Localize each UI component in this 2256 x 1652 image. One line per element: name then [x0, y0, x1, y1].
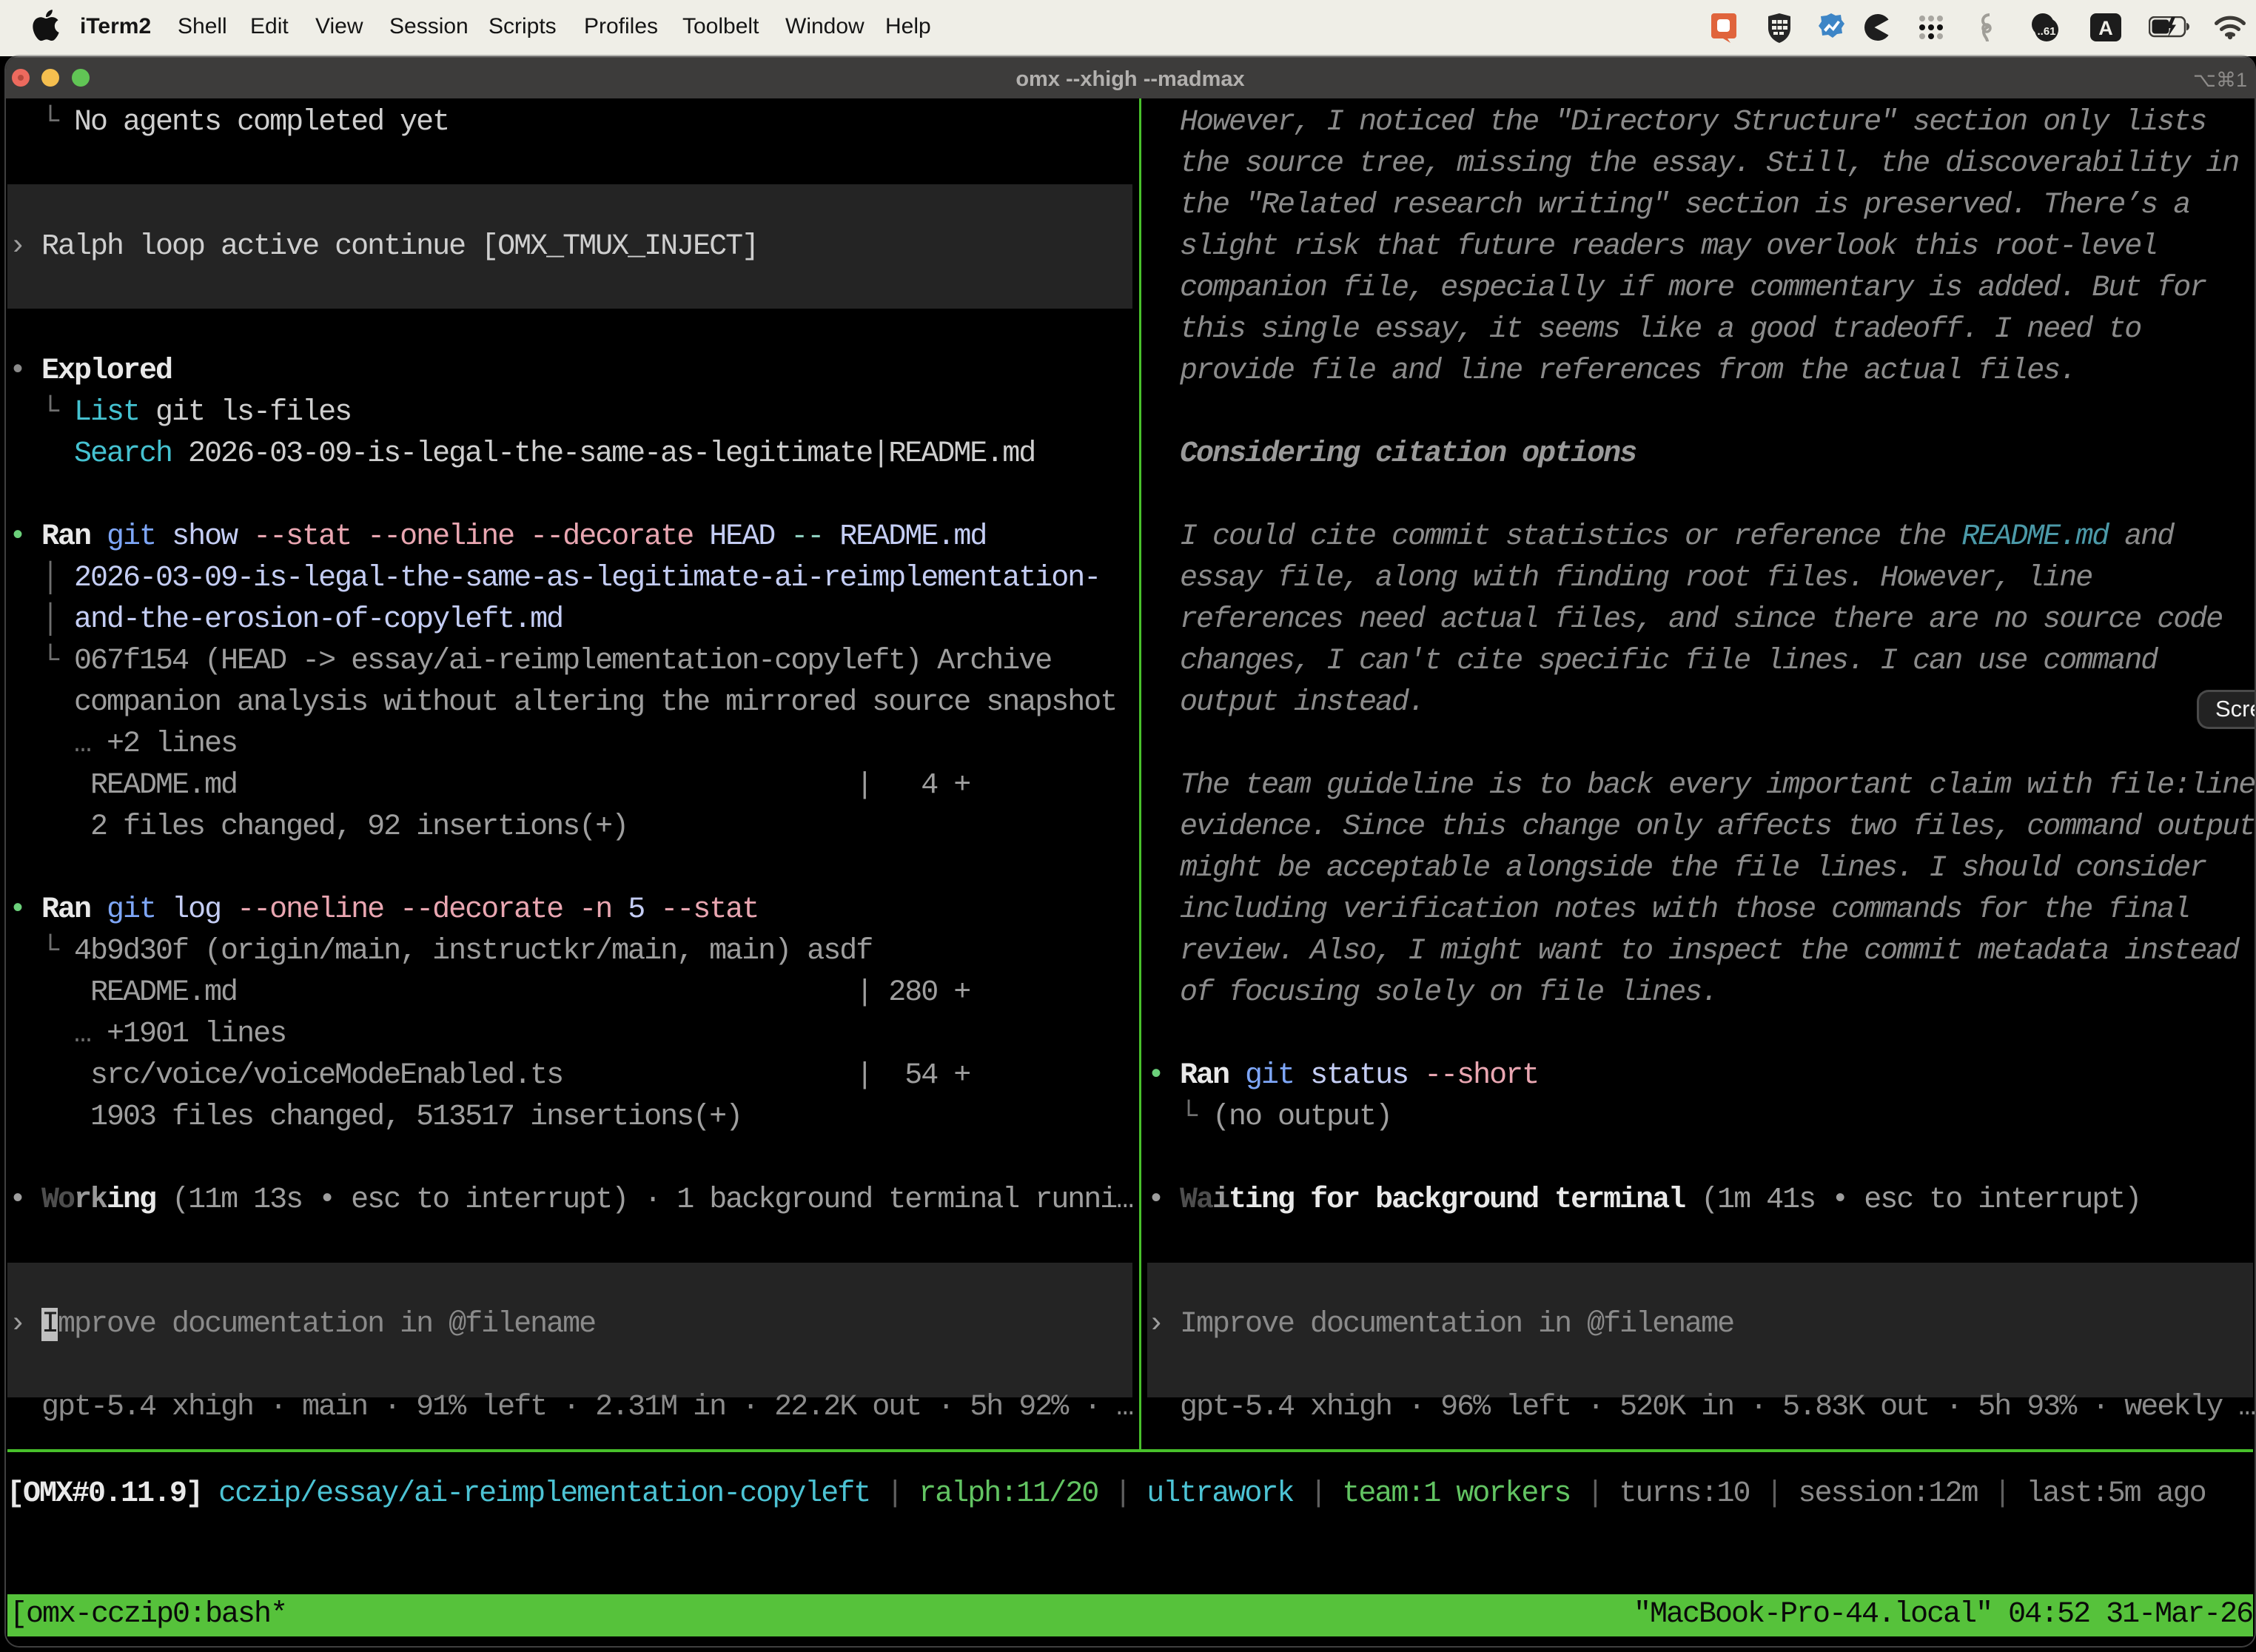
svg-text:..61: ..61 [2037, 25, 2055, 38]
svg-text:A: A [2098, 17, 2113, 39]
